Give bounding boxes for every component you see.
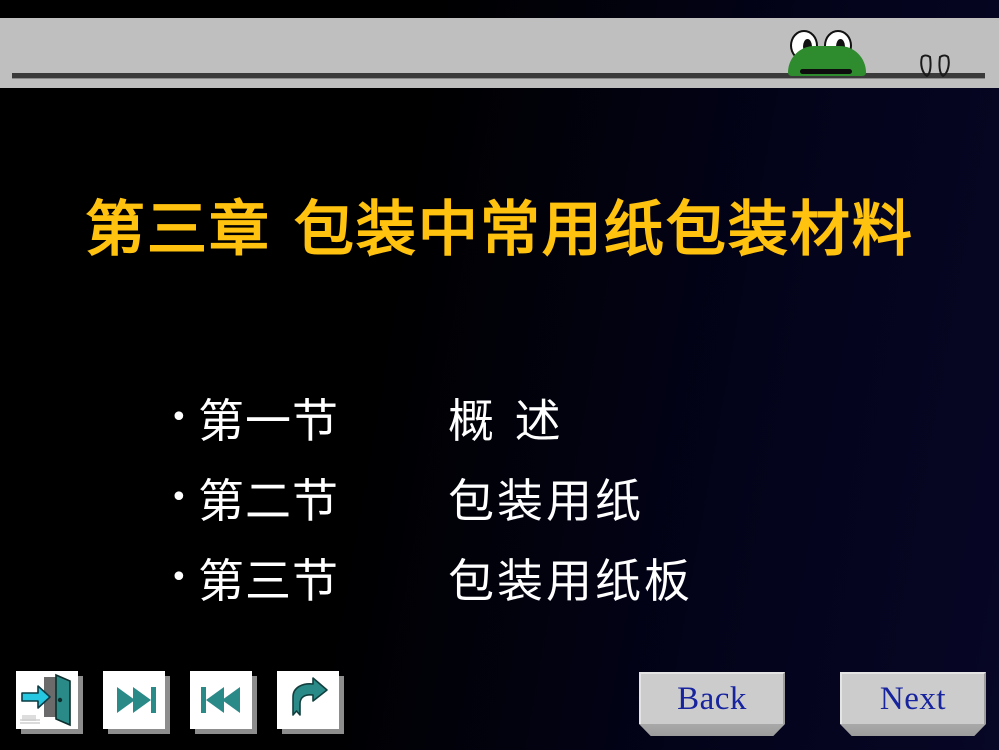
- bullet-section-title: 概 述: [448, 394, 564, 448]
- list-item: • 第二节 包装用纸: [170, 458, 910, 538]
- exit-icon: [16, 671, 78, 729]
- last-slide-button[interactable]: [103, 671, 165, 729]
- back-button[interactable]: Back: [639, 672, 785, 736]
- list-item: • 第三节 包装用纸板: [170, 538, 910, 618]
- bullet-marker-icon: •: [170, 560, 188, 595]
- bullet-section-title: 包装用纸板: [448, 554, 693, 608]
- return-button[interactable]: [277, 671, 339, 729]
- first-slide-button[interactable]: [190, 671, 252, 729]
- last-slide-icon: [103, 671, 165, 729]
- next-button-label: Next: [840, 672, 986, 724]
- back-button-base: [639, 724, 785, 736]
- return-icon: [277, 671, 339, 729]
- presentation-slide: 第三章 包装中常用纸包装材料 • 第一节 概 述 • 第二节 包装用纸 • 第三…: [0, 0, 999, 750]
- bullet-section-label: 第三节: [198, 554, 339, 608]
- slide-bullet-list: • 第一节 概 述 • 第二节 包装用纸 • 第三节 包装用纸板: [170, 378, 910, 618]
- list-item: • 第一节 概 述: [170, 378, 910, 458]
- frog-icon: [780, 30, 872, 76]
- next-button[interactable]: Next: [840, 672, 986, 736]
- wing-icon: [918, 54, 952, 80]
- back-button-label: Back: [639, 672, 785, 724]
- bullet-section-label: 第二节: [198, 474, 339, 528]
- bullet-section-label: 第一节: [198, 394, 339, 448]
- frog-mouth: [800, 69, 852, 74]
- first-slide-icon: [190, 671, 252, 729]
- slide-title: 第三章 包装中常用纸包装材料: [85, 195, 914, 265]
- bullet-marker-icon: •: [170, 480, 188, 515]
- exit-button[interactable]: [16, 671, 78, 729]
- bullet-section-title: 包装用纸: [448, 474, 644, 528]
- next-button-base: [840, 724, 986, 736]
- slide-header-banner: [0, 18, 999, 88]
- bullet-marker-icon: •: [170, 400, 188, 435]
